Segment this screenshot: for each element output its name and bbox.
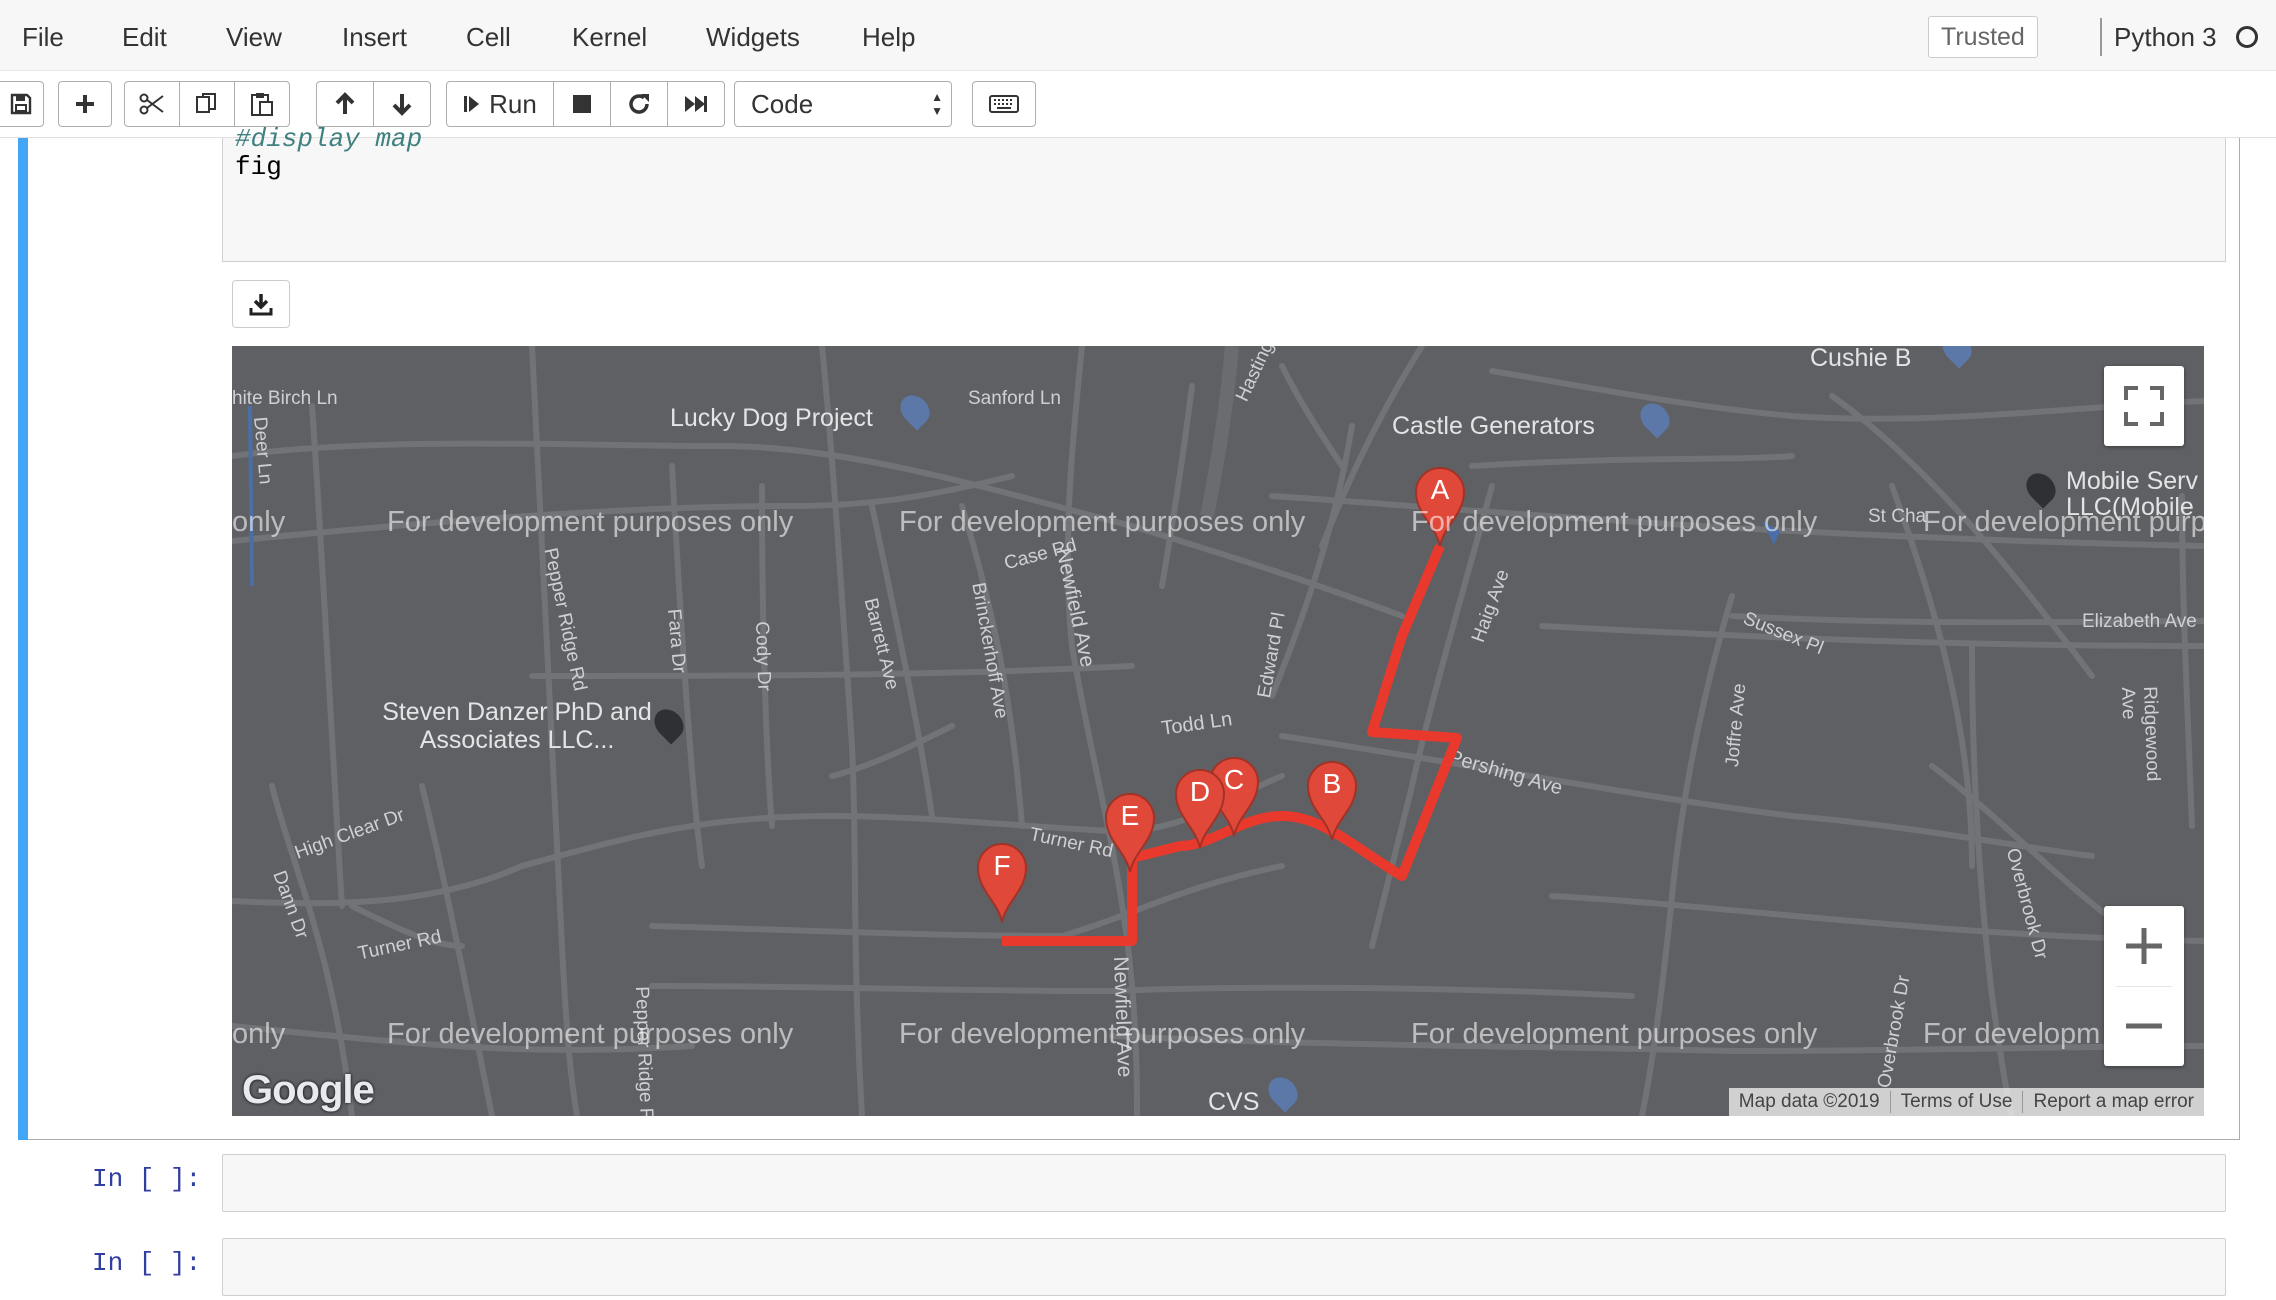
move-up-button[interactable] [316,81,374,127]
move-down-button[interactable] [373,81,431,127]
cell-type-value: Code [751,89,814,119]
insert-cell-button[interactable] [58,81,112,127]
watermark-text: For development purposes only [899,506,1306,538]
notebook-container: #display map fig hite Birch Ln Sanford L… [0,124,2276,1300]
paste-button[interactable] [234,81,290,127]
logo-text: Google [242,1068,375,1112]
kernel-separator [2100,18,2102,56]
menu-insert[interactable]: Insert [342,22,407,53]
plus-icon [76,95,94,113]
fullscreen-icon [2124,386,2164,426]
code-comment: #display map [235,124,423,154]
fullscreen-button[interactable] [2104,366,2184,446]
restart-button[interactable] [610,81,668,127]
scissors-icon [139,93,164,115]
menu-file[interactable]: File [22,22,64,53]
google-logo: Google [242,1068,375,1113]
zoom-in-button[interactable] [2104,906,2184,986]
map-attribution: Map data ©2019 Terms of Use Report a map… [1728,1088,2204,1116]
watermark-text: For development purposes only [387,506,794,538]
menu-widgets[interactable]: Widgets [706,22,800,53]
watermarks: only For development purposes only For d… [232,346,2204,1116]
copy-icon [196,93,216,113]
empty-code-cell[interactable] [222,1238,2226,1296]
paste-icon [251,93,273,116]
kernel-status-icon [2236,26,2258,48]
watermark-text: For development purposes only [387,1018,794,1050]
cell-selection-bar [18,138,28,1140]
report-error-link[interactable]: Report a map error [2022,1091,2204,1113]
trusted-badge[interactable]: Trusted [1928,16,2038,58]
minus-icon [2126,1023,2162,1029]
map-data-label: Map data ©2019 [1738,1091,1880,1112]
run-button[interactable]: Run [446,81,554,127]
run-label: Run [489,88,537,119]
map-widget[interactable]: hite Birch Ln Sanford Ln Hastings Ln Dee… [232,346,2204,1116]
menu-edit[interactable]: Edit [122,22,167,53]
watermark-text: For development purposes only [899,1018,1306,1050]
terms-link[interactable]: Terms of Use [1889,1091,2023,1113]
menu-help[interactable]: Help [862,22,915,53]
code-editor[interactable]: #display map fig [222,124,2226,262]
arrow-up-icon [335,92,355,114]
watermark-text: only [232,1018,286,1050]
menu-cell[interactable]: Cell [466,22,511,53]
menu-kernel[interactable]: Kernel [572,22,647,53]
refresh-icon [629,94,649,114]
watermark-text: only [232,506,286,538]
keyboard-icon [989,95,1019,113]
code-line: fig [235,152,282,182]
cell-type-select[interactable]: Code ▲ ▼ [734,81,952,127]
stop-icon [573,95,591,113]
step-forward-icon [464,96,480,112]
arrow-down-icon [392,94,412,116]
select-arrows-icon: ▲ ▼ [931,90,943,118]
menu-view[interactable]: View [226,22,282,53]
watermark-text: For developm [1923,1018,2101,1050]
download-button[interactable] [232,280,290,328]
save-button[interactable] [0,81,44,127]
plus-icon [2126,928,2162,964]
run-all-button[interactable] [667,81,725,127]
fast-forward-icon [685,96,707,112]
cut-button[interactable] [124,81,180,127]
save-icon [10,93,32,115]
input-prompt: In [ ]: [92,1164,202,1194]
empty-code-cell[interactable] [222,1154,2226,1212]
kernel-name[interactable]: Python 3 [2114,22,2217,53]
menu-bar: File Edit View Insert Cell Kernel Widget… [0,0,2276,71]
watermark-text: For development purposes only [1923,506,2204,538]
download-icon [249,294,273,316]
input-prompt: In [ ]: [92,1248,202,1278]
zoom-out-button[interactable] [2104,986,2184,1066]
zoom-control [2104,906,2184,1066]
keyboard-shortcuts-button[interactable] [972,81,1036,127]
watermark-text: For development purposes only [1411,1018,1818,1050]
interrupt-button[interactable] [553,81,611,127]
copy-button[interactable] [179,81,235,127]
watermark-text: For development purposes only [1411,506,1818,538]
